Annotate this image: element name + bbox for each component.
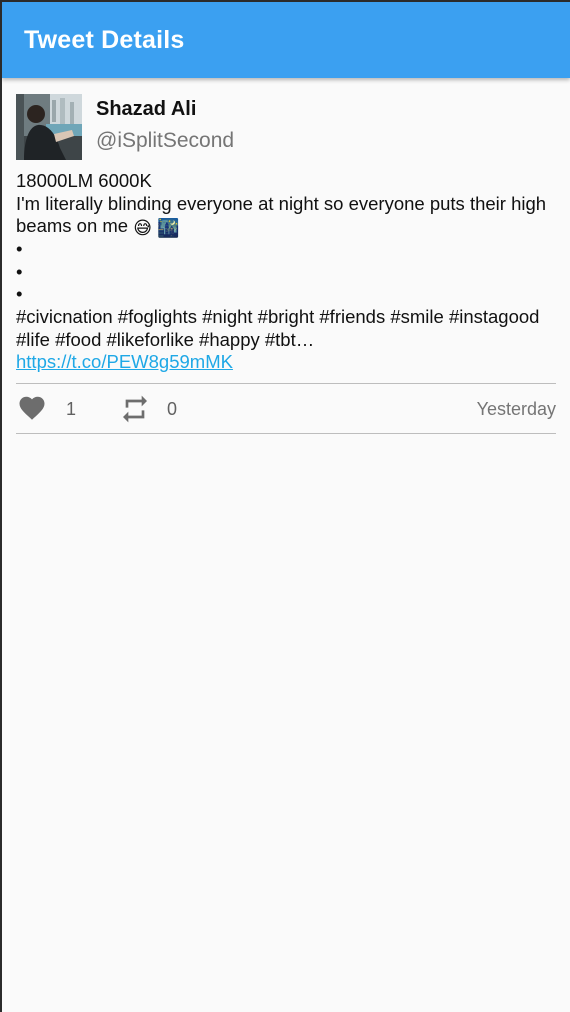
tweet-text: 18000LM 6000K I'm literally blinding eve… [16, 170, 554, 374]
bullet-line: • [16, 283, 23, 305]
divider-top [16, 383, 556, 384]
avatar-photo [16, 94, 82, 160]
tweet-link-line: https://t.co/PEW8g59mMK [16, 351, 554, 374]
like-count: 1 [66, 399, 77, 419]
bullet-line: • [16, 260, 23, 282]
retweet-icon [123, 395, 147, 423]
retweet-button[interactable] [119, 393, 151, 430]
heart-icon [19, 396, 45, 420]
tweet-line-text: I'm literally blinding everyone at night… [16, 192, 547, 237]
avatar[interactable] [16, 94, 82, 160]
grinning-sweat-emoji: 😅 [133, 218, 152, 240]
divider-bottom [16, 433, 556, 434]
like-button[interactable] [16, 393, 48, 428]
tweet-line: I'm literally blinding everyone at night… [16, 193, 554, 239]
app-bar: Tweet Details [2, 2, 570, 78]
bullet-line: • [16, 238, 23, 260]
retweet-count: 0 [167, 399, 178, 419]
tweet-line: 18000LM 6000K [16, 170, 152, 191]
night-city-emoji: 🌃 [157, 218, 180, 240]
page-title: Tweet Details [24, 26, 185, 54]
hashtags-line: #civicnation #foglights #night #bright #… [16, 305, 540, 350]
tweet-link[interactable]: https://t.co/PEW8g59mMK [16, 351, 233, 372]
author-name[interactable]: Shazad Ali [96, 98, 196, 121]
tweet-details-screen: Tweet Details Shazad Ali @iSplitSecond 1… [2, 2, 570, 1012]
tweet-timestamp: Yesterday [476, 399, 556, 419]
author-handle[interactable]: @iSplitSecond [96, 129, 234, 153]
